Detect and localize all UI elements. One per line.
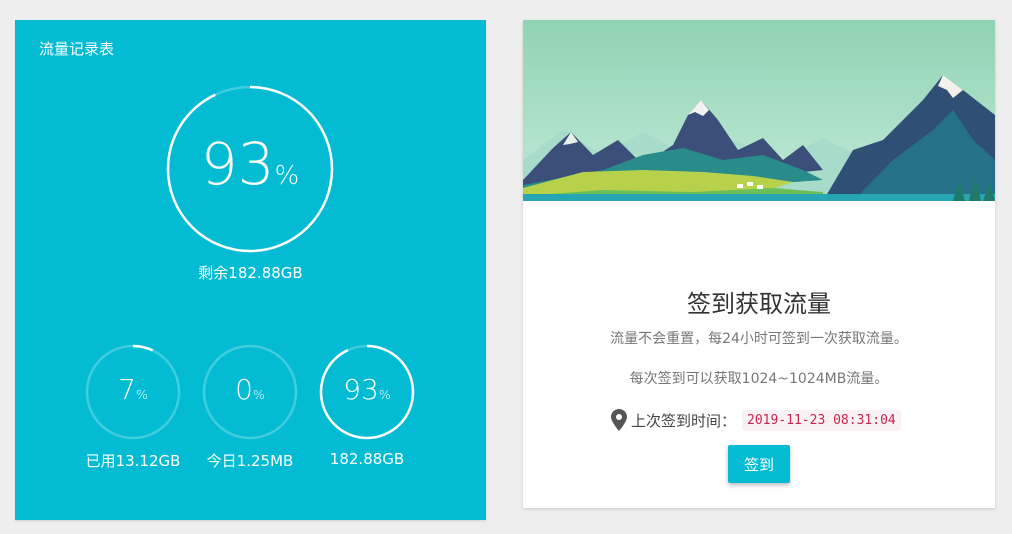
last-checkin-time: 2019-11-23 08:31:04: [742, 409, 901, 431]
checkin-card: 签到获取流量 流量不会重置，每24小时可签到一次获取流量。 每次签到可以获取10…: [523, 20, 995, 508]
today-progress-ring: 0%: [202, 344, 298, 440]
remaining-percent: 93%: [200, 130, 300, 198]
map-pin-icon: [611, 409, 627, 431]
page: 流量记录表 93% 剩余182.88GB 7% 已用13.12GB 0% 今日1…: [0, 0, 1012, 534]
checkin-button[interactable]: 签到: [728, 445, 790, 483]
last-checkin-label: 上次签到时间：: [631, 411, 737, 430]
remaining-small-label: 182.88GB: [329, 450, 405, 468]
card-title: 流量记录表: [39, 40, 115, 58]
remaining-progress-ring: 93%: [165, 84, 335, 254]
remaining-small-percent: 93%: [343, 373, 391, 406]
remaining-small-progress-ring: 93%: [319, 344, 415, 440]
remaining-label: 剩余182.88GB: [198, 264, 303, 282]
mountain-banner-image: [523, 20, 995, 201]
range-description: 每次签到可以获取1024~1024MB流量。: [629, 371, 889, 387]
today-percent: 0%: [235, 373, 265, 406]
traffic-record-card: 流量记录表 93% 剩余182.88GB 7% 已用13.12GB 0% 今日1…: [15, 20, 486, 520]
used-percent: 7%: [118, 373, 148, 406]
checkin-heading: 签到获取流量: [687, 290, 831, 318]
used-progress-ring: 7%: [85, 344, 181, 440]
last-checkin-row: 上次签到时间： 2019-11-23 08:31:04: [611, 407, 901, 433]
reset-description: 流量不会重置，每24小时可签到一次获取流量。: [610, 331, 908, 347]
